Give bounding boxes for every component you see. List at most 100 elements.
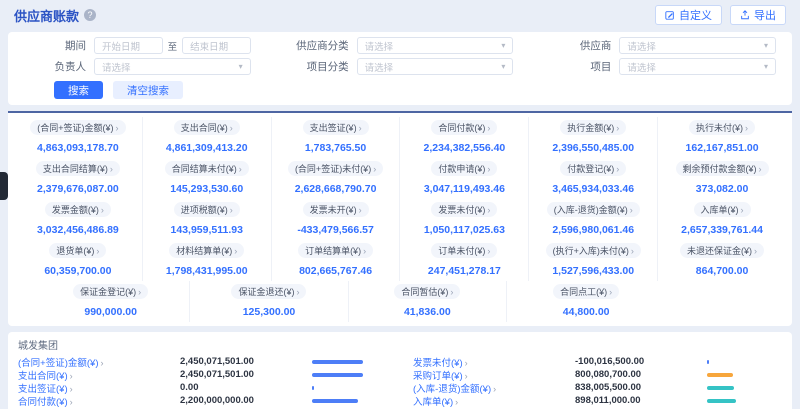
summary-metric-link[interactable]: 合同点工(¥)› <box>553 284 619 299</box>
help-icon[interactable]: ? <box>84 9 96 21</box>
summary-metric: 发票未付(¥)› 1,050,117,025.63 <box>400 199 529 240</box>
summary-metric-value[interactable]: 4,863,093,178.70 <box>14 142 142 154</box>
summary-metric-value[interactable]: 162,167,851.00 <box>658 142 786 154</box>
summary-metric-value[interactable]: -433,479,566.57 <box>272 224 400 236</box>
summary-metric-value[interactable]: 2,396,550,485.00 <box>529 142 657 154</box>
group-metric-link[interactable]: 采购订单(¥)› <box>413 368 575 382</box>
summary-metric-link[interactable]: (合同+签证)未付(¥)› <box>288 161 383 176</box>
group-metric-link[interactable]: 入库单(¥)› <box>413 394 575 408</box>
chevron-right-icon: › <box>741 205 744 215</box>
chevron-right-icon: › <box>239 164 242 174</box>
filter-period: 期间 开始日期 至 结束日期 <box>24 37 251 54</box>
customize-button[interactable]: 自定义 <box>655 5 722 25</box>
chevron-right-icon: › <box>609 287 612 297</box>
summary-metric-value[interactable]: 145,293,530.60 <box>143 183 271 195</box>
summary-metric-value[interactable]: 2,628,668,790.70 <box>272 183 400 195</box>
summary-metric-value[interactable]: 2,596,980,061.46 <box>529 224 657 236</box>
supplier-category-select[interactable]: 请选择 ▾ <box>357 37 514 54</box>
summary-metric-link[interactable]: 合同暂估(¥)› <box>394 284 460 299</box>
summary-metric: (合同+签证)金额(¥)› 4,863,093,178.70 <box>14 117 143 158</box>
summary-metric-link[interactable]: 保证金退还(¥)› <box>231 284 306 299</box>
chevron-right-icon: › <box>630 205 633 215</box>
summary-metric-value[interactable]: 864,700.00 <box>658 265 786 277</box>
filter-project: 项目 请选择 ▾ <box>549 58 776 75</box>
group-metric-link[interactable]: 支出合同(¥)› <box>18 368 180 382</box>
summary-metric-value[interactable]: 4,861,309,413.20 <box>143 142 271 154</box>
summary-metric-value[interactable]: 2,234,382,556.40 <box>400 142 528 154</box>
summary-metric-link[interactable]: 合同付款(¥)› <box>431 120 497 135</box>
summary-metric-link[interactable]: 发票未开(¥)› <box>303 202 369 217</box>
group-metric-link[interactable]: (合同+签证)金额(¥)› <box>18 355 180 369</box>
search-button[interactable]: 搜索 <box>54 81 103 99</box>
summary-metric-value[interactable]: 247,451,278.17 <box>400 265 528 277</box>
summary-metric-link[interactable]: 退货单(¥)› <box>49 243 106 258</box>
supplier-select[interactable]: 请选择 ▾ <box>619 37 776 54</box>
summary-metric-value[interactable]: 1,050,117,025.63 <box>400 224 528 236</box>
metric-bar <box>312 360 387 364</box>
group-metric-value: 800,080,700.00 <box>575 369 707 380</box>
start-date-input[interactable]: 开始日期 <box>94 37 163 54</box>
group-metric-link[interactable]: 合同付款(¥)› <box>18 394 180 408</box>
summary-metric-link[interactable]: 材料结算单(¥)› <box>169 243 244 258</box>
summary-metric-value[interactable]: 125,300.00 <box>190 306 347 318</box>
summary-metric-value[interactable]: 44,800.00 <box>507 306 665 318</box>
summary-metric-value[interactable]: 1,798,431,995.00 <box>143 265 271 277</box>
project-select[interactable]: 请选择 ▾ <box>619 58 776 75</box>
summary-metric-link[interactable]: (合同+签证)金额(¥)› <box>30 120 125 135</box>
summary-metric-link[interactable]: 剩余预付款金额(¥)› <box>676 161 769 176</box>
summary-metric-value[interactable]: 990,000.00 <box>32 306 189 318</box>
summary-metric-link[interactable]: 付款申请(¥)› <box>431 161 497 176</box>
summary-metric-link[interactable]: 进项税额(¥)› <box>174 202 240 217</box>
metric-bar <box>312 386 387 390</box>
summary-metric-link[interactable]: 执行金额(¥)› <box>560 120 626 135</box>
summary-metric-value[interactable]: 802,665,767.46 <box>272 265 400 277</box>
summary-metric-link[interactable]: 执行未付(¥)› <box>689 120 755 135</box>
filter-period-label: 期间 <box>24 38 86 53</box>
filter-project-category: 项目分类 请选择 ▾ <box>287 58 514 75</box>
period-range: 开始日期 至 结束日期 <box>94 37 251 54</box>
chevron-down-icon: ▾ <box>501 62 505 71</box>
summary-metric-link[interactable]: 支出合同结算(¥)› <box>36 161 120 176</box>
group-metric-link[interactable]: 发票未付(¥)› <box>413 355 575 369</box>
summary-metric-value[interactable]: 60,359,700.00 <box>14 265 142 277</box>
summary-metric-value[interactable]: 143,959,511.93 <box>143 224 271 236</box>
summary-metric-link[interactable]: 发票金额(¥)› <box>45 202 111 217</box>
summary-metric-link[interactable]: 支出签证(¥)› <box>303 120 369 135</box>
clear-search-button[interactable]: 清空搜索 <box>113 81 183 99</box>
summary-metric-link[interactable]: 发票未付(¥)› <box>431 202 497 217</box>
summary-metric-link[interactable]: 合同结算未付(¥)› <box>165 161 249 176</box>
export-button[interactable]: 导出 <box>730 5 786 25</box>
owner-placeholder: 请选择 <box>102 60 131 74</box>
supplier-category-placeholder: 请选择 <box>365 39 394 53</box>
summary-metric-value[interactable]: 1,783,765.50 <box>272 142 400 154</box>
summary-metric-link[interactable]: 订单结算单(¥)› <box>298 243 373 258</box>
chevron-right-icon: › <box>359 205 362 215</box>
summary-metric-link[interactable]: (入库-退货)金额(¥)› <box>547 202 640 217</box>
start-date-placeholder: 开始日期 <box>102 39 140 53</box>
summary-metric-value[interactable]: 3,047,119,493.46 <box>400 183 528 195</box>
sidebar-collapse-handle[interactable] <box>0 172 8 200</box>
summary-metric-value[interactable]: 3,032,456,486.89 <box>14 224 142 236</box>
summary-metric-value[interactable]: 373,082.00 <box>658 183 786 195</box>
summary-metric-link[interactable]: 支出合同(¥)› <box>174 120 240 135</box>
filter-panel: 期间 开始日期 至 结束日期 供应商分类 请选择 ▾ 供应商 请选择 <box>8 32 792 105</box>
summary-metric-link[interactable]: 入库单(¥)› <box>694 202 751 217</box>
summary-metric-link[interactable]: 保证金登记(¥)› <box>73 284 148 299</box>
summary-metric-value[interactable]: 1,527,596,433.00 <box>529 265 657 277</box>
group-metric-link[interactable]: (入库-退货)金额(¥)› <box>413 381 575 395</box>
summary-metric-link[interactable]: 未退还保证金(¥)› <box>680 243 764 258</box>
end-date-input[interactable]: 结束日期 <box>182 37 251 54</box>
summary-metric-link[interactable]: (执行+入库)未付(¥)› <box>546 243 641 258</box>
owner-select[interactable]: 请选择 ▾ <box>94 58 251 75</box>
summary-metric-link[interactable]: 付款登记(¥)› <box>560 161 626 176</box>
summary-metric-link[interactable]: 订单未付(¥)› <box>431 243 497 258</box>
project-category-select[interactable]: 请选择 ▾ <box>357 58 514 75</box>
summary-metric-value[interactable]: 3,465,934,033.46 <box>529 183 657 195</box>
summary-metric-value[interactable]: 2,379,676,087.00 <box>14 183 142 195</box>
chevron-down-icon: ▾ <box>764 62 768 71</box>
group-metric-link[interactable]: 支出签证(¥)› <box>18 381 180 395</box>
summary-metric: 合同付款(¥)› 2,234,382,556.40 <box>400 117 529 158</box>
summary-metric-value[interactable]: 2,657,339,761.44 <box>658 224 786 236</box>
chevron-right-icon: › <box>493 384 496 394</box>
summary-metric-value[interactable]: 41,836.00 <box>349 306 506 318</box>
